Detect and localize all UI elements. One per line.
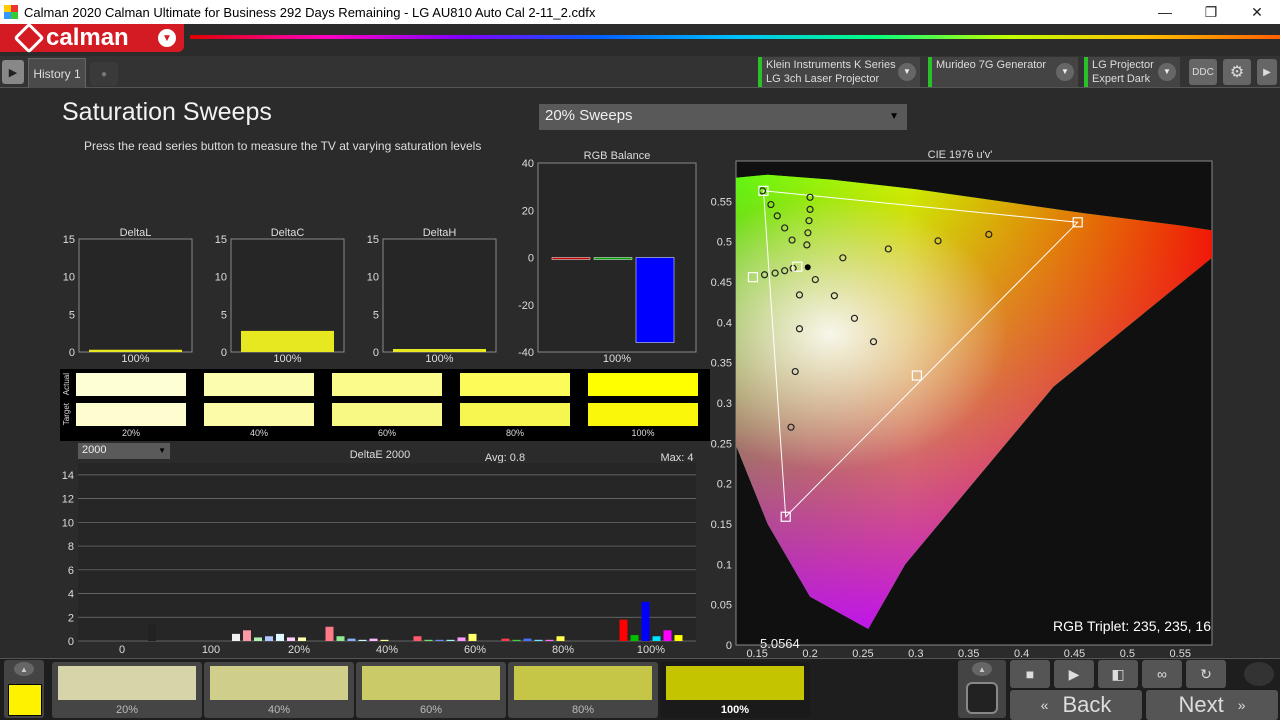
cie-ytick: 0.3 [717, 398, 732, 410]
cie-chart: 0.55 0.5 0.45 0.4 0.35 0.3 0.25 0.2 0.15 0.1 0.05 0… [711, 160, 1213, 660]
cie-ytick: 0.35 [711, 358, 732, 370]
saturation-step-button[interactable]: 40% [204, 662, 354, 718]
up-arrow-icon[interactable]: ▲ [14, 662, 34, 676]
next-button[interactable]: Next » [1146, 690, 1278, 720]
current-color-chip [8, 684, 42, 716]
saturation-step-button[interactable]: 60% [356, 662, 506, 718]
current-color-panel: ▲ [4, 660, 44, 718]
pattern-preview-icon[interactable] [966, 682, 998, 714]
cie-ytick: 0 [726, 640, 732, 652]
back-label: Back [1062, 692, 1112, 717]
saturation-step-button[interactable]: 20% [52, 662, 202, 718]
play-button[interactable]: ▶ [1054, 660, 1094, 688]
step-label: 40% [267, 704, 291, 716]
double-chevron-right-icon: » [1237, 697, 1246, 713]
cie-ytick: 0.05 [711, 600, 732, 612]
rgb-triplet-readout: RGB Triplet: 235, 235, 16 [1053, 618, 1211, 634]
step-color-chip [58, 666, 196, 700]
step-color-chip [210, 666, 348, 700]
step-label: 100% [720, 704, 750, 716]
stop-button[interactable]: ■ [1010, 660, 1050, 688]
next-label: Next [1178, 692, 1224, 717]
cie-ytick: 0.2 [717, 479, 732, 491]
step-color-chip [362, 666, 500, 700]
up-arrow-icon[interactable]: ▲ [972, 662, 992, 676]
step-color-chip [666, 666, 804, 700]
status-indicator [1244, 662, 1274, 686]
continuous-read-button[interactable]: ∞ [1142, 660, 1182, 688]
cie-ytick: 0.45 [711, 277, 732, 289]
cie-ytick: 0.15 [711, 519, 732, 531]
read-series-button[interactable]: ◧ [1098, 660, 1138, 688]
cie-white-point [804, 264, 811, 271]
cie-ytick: 0.25 [711, 438, 732, 450]
cie-readout: 5.0564 [760, 636, 800, 651]
cie-ytick: 0.1 [717, 559, 732, 571]
back-button[interactable]: « Back [1010, 690, 1142, 720]
step-label: 80% [571, 704, 595, 716]
saturation-step-button[interactable]: 100% [660, 662, 810, 718]
step-label: 60% [419, 704, 443, 716]
refresh-button[interactable]: ↻ [1186, 660, 1226, 688]
step-color-chip [514, 666, 652, 700]
double-chevron-left-icon: « [1040, 697, 1049, 713]
cie-ytick: 0.4 [717, 317, 732, 329]
cie-title: CIE 1976 u'v' [927, 149, 993, 161]
cie-ytick: 0.5 [717, 237, 732, 249]
saturation-step-button[interactable]: 80% [508, 662, 658, 718]
pattern-panel: ▲ [958, 660, 1006, 718]
step-label: 20% [115, 704, 139, 716]
cie-ytick: 0.55 [711, 196, 732, 208]
